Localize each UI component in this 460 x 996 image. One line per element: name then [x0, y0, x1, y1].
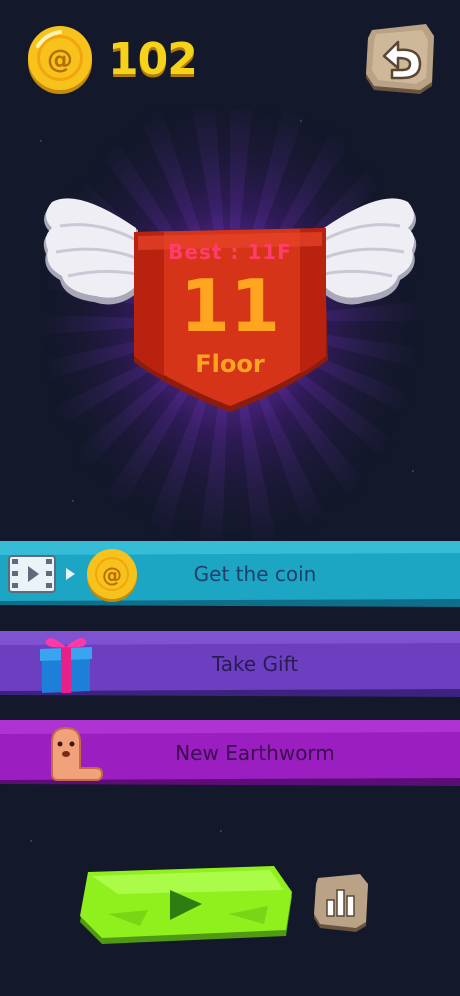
- video-ad-icon: [8, 555, 56, 593]
- earthworm-icon: [51, 726, 104, 781]
- gift-box-icon: [40, 638, 92, 693]
- gold-coin-icon: @: [28, 26, 92, 94]
- back-button[interactable]: [362, 20, 440, 98]
- svg-text:@: @: [102, 563, 122, 587]
- best-floor-label: Best : 11F: [168, 240, 292, 264]
- floor-number: 11: [179, 264, 281, 348]
- coin-count: 102: [108, 34, 198, 85]
- background-star: [72, 500, 74, 502]
- gold-coin-icon: @: [87, 549, 137, 602]
- get-coin-button[interactable]: @ Get the coin: [0, 541, 460, 607]
- new-earthworm-label: New Earthworm: [175, 741, 335, 765]
- background-star: [412, 470, 414, 472]
- leaderboard-button[interactable]: [312, 874, 370, 932]
- play-button[interactable]: [78, 866, 294, 946]
- new-earthworm-button[interactable]: New Earthworm: [0, 720, 460, 786]
- floor-label: Floor: [195, 350, 265, 378]
- svg-text:@: @: [47, 45, 73, 75]
- background-star: [30, 840, 32, 842]
- background-star: [40, 140, 42, 142]
- background-star: [300, 120, 302, 122]
- game-screen: @ 102 Best: 11F 11 Floor @ Get the coin…: [0, 0, 460, 996]
- best-floor-badge: Best : 11F 11 Floor: [38, 180, 422, 420]
- get-coin-label: Get the coin: [193, 562, 317, 586]
- background-star: [220, 830, 222, 832]
- take-gift-label: Take Gift: [211, 652, 299, 676]
- take-gift-button[interactable]: Take Gift: [0, 631, 460, 697]
- arrow-right-icon: [66, 568, 75, 580]
